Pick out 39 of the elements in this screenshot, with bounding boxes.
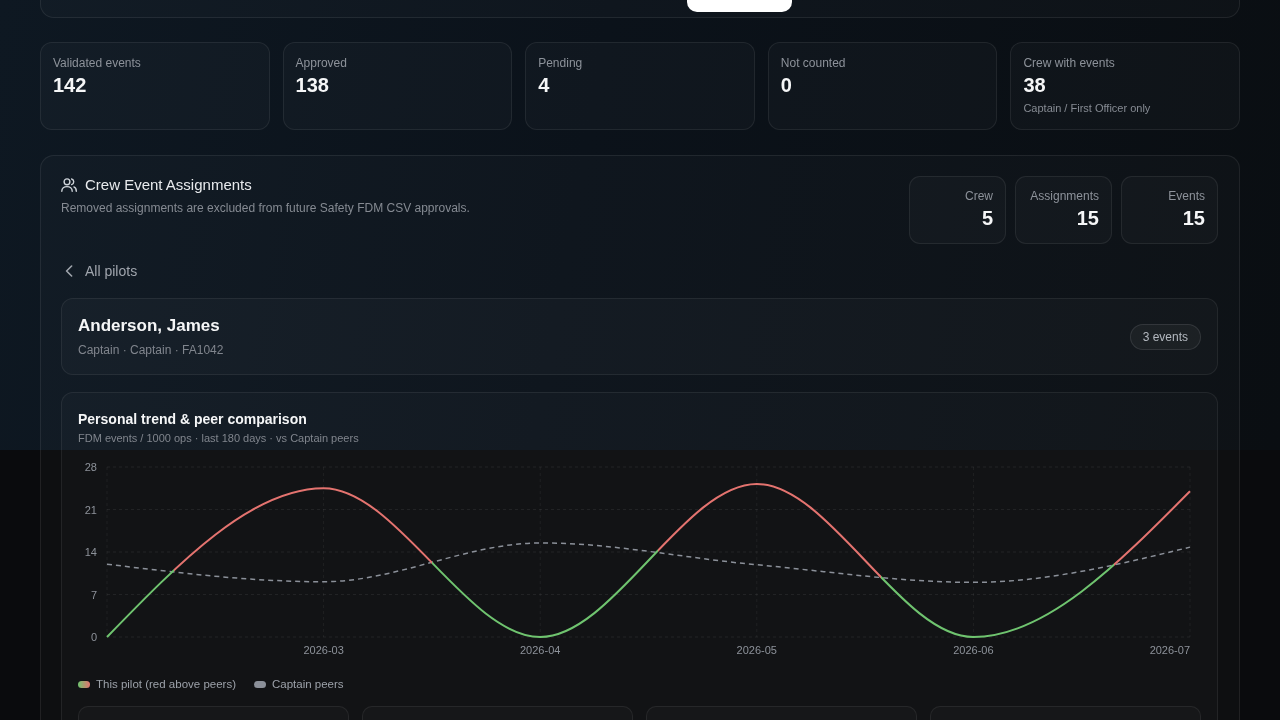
y-axis-label: 14 — [84, 546, 97, 558]
pilot-details: Captain · Captain · FA1042 — [78, 342, 224, 358]
legend-label: This pilot (red above peers) — [96, 677, 236, 692]
stat-label: Approved — [295, 56, 347, 71]
legend-label: Captain peers — [272, 677, 344, 692]
summary-label: Assignments — [1030, 189, 1099, 204]
y-axis-label: 7 — [90, 588, 97, 601]
x-axis-label: 2026-07 — [1149, 644, 1190, 656]
x-axis-label: 2026-04 — [520, 644, 561, 656]
x-axis-label: 2026-03 — [303, 644, 344, 656]
event-count-badge: 3 events — [1129, 324, 1201, 350]
stat-label: Crew with events — [1023, 56, 1115, 71]
summary-value: 15 — [1182, 206, 1205, 230]
summary-value: 5 — [981, 206, 993, 230]
y-axis-label: 28 — [84, 461, 97, 473]
summary-label: Crew — [965, 189, 993, 204]
stat-note: Captain / First Officer only — [1023, 101, 1151, 115]
stat-value: 0 — [780, 73, 792, 97]
stat-value: 4 — [538, 73, 550, 97]
x-axis-label: 2026-05 — [736, 644, 777, 656]
trend-subtitle: FDM events / 1000 ops · last 180 days · vs Captain peers — [78, 431, 359, 445]
x-axis-label: 2026-06 — [953, 644, 994, 656]
panel-title: Crew Event Assignments — [85, 176, 252, 194]
stat-label: Not counted — [780, 56, 846, 71]
summary-value: 15 — [1076, 206, 1099, 230]
summary-label: Events — [1168, 189, 1205, 204]
chevron-left-icon — [65, 265, 73, 277]
stat-value: 142 — [53, 73, 87, 97]
panel-subtitle: Removed assignments are excluded from future Safety FDM CSV approvals. — [61, 200, 470, 216]
stat-value: 38 — [1023, 73, 1046, 97]
stat-label: Pending — [538, 56, 583, 71]
y-axis-label: 0 — [90, 631, 97, 643]
y-axis-label: 21 — [84, 503, 97, 516]
pilot-name: Anderson, James — [78, 316, 220, 336]
users-icon — [61, 178, 77, 192]
stat-value: 138 — [295, 73, 329, 97]
trend-title: Personal trend & peer comparison — [78, 410, 307, 428]
stat-label: Validated events — [53, 56, 141, 71]
back-link[interactable]: All pilots — [61, 261, 138, 281]
